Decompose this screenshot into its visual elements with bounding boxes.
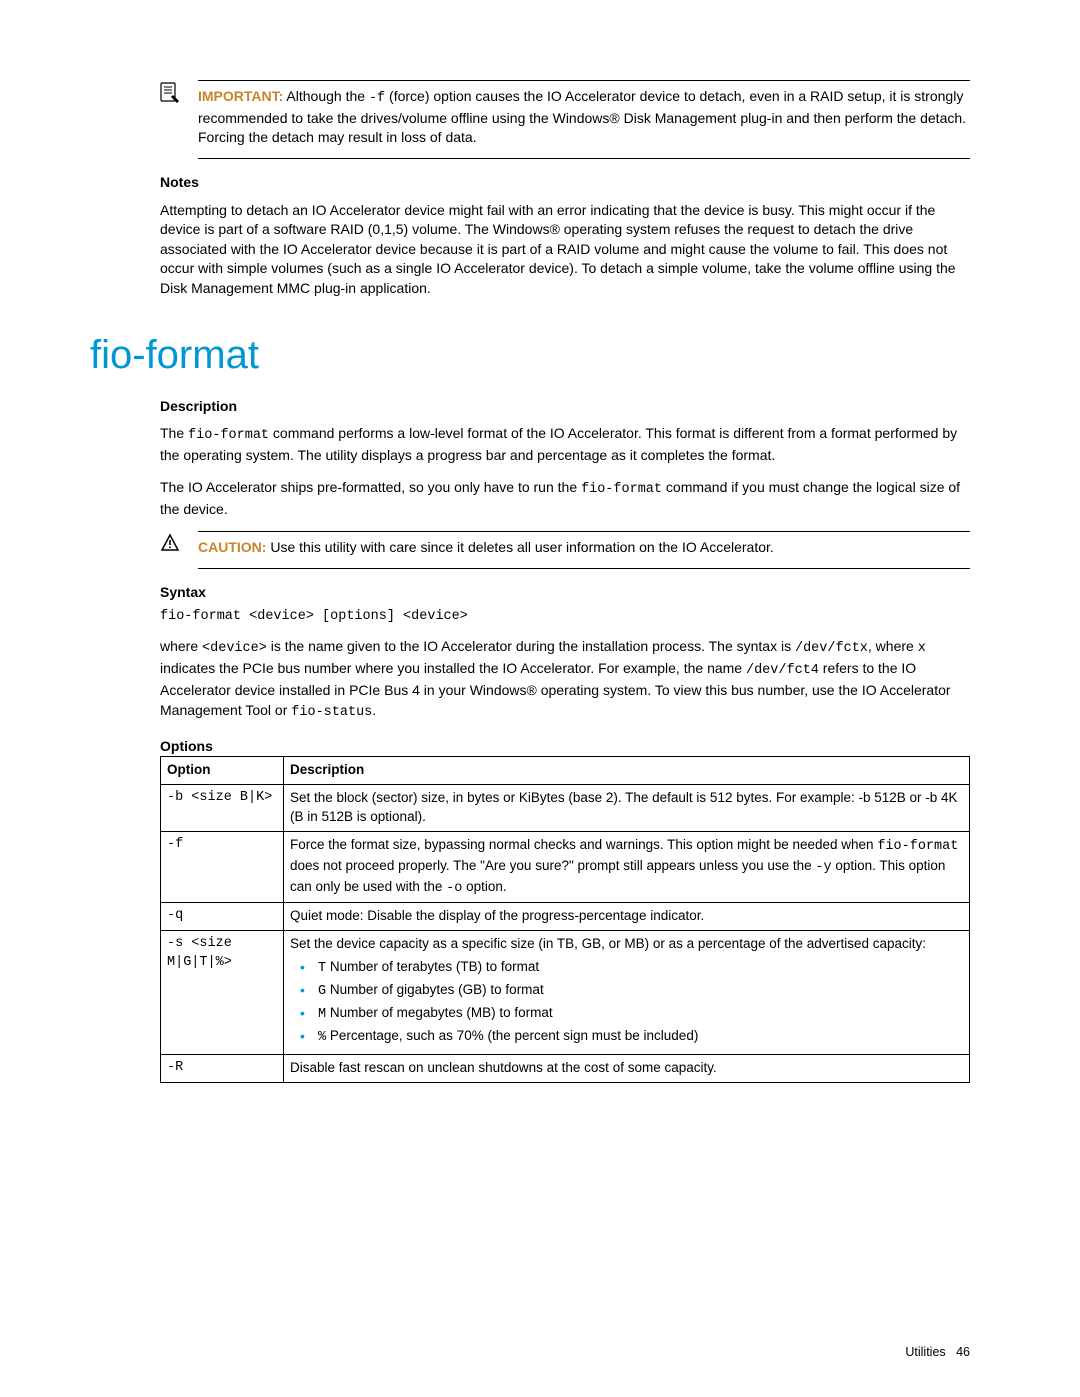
list-item: T Number of terabytes (TB) to format [290, 958, 963, 979]
opt-q: -q [161, 903, 284, 931]
page: IMPORTANT: Although the -f (force) optio… [0, 0, 1080, 1397]
opt-f-a: Force the format size, bypassing normal … [290, 837, 877, 852]
b3-text: Percentage, such as 70% (the percent sig… [326, 1028, 698, 1043]
opt-b-desc: Set the block (sector) size, in bytes or… [284, 785, 970, 832]
options-col1: Option [161, 757, 284, 785]
desc-p2-a: The IO Accelerator ships pre-formatted, … [160, 479, 581, 495]
description-heading: Description [160, 397, 970, 417]
b0-code: T [318, 961, 326, 976]
desc-p2-code: fio-format [581, 482, 662, 497]
syn-code3: x [918, 641, 926, 656]
options-header-row: Option Description [161, 757, 970, 785]
opt-R-desc: Disable fast rescan on unclean shutdowns… [284, 1054, 970, 1082]
desc-p1-code: fio-format [188, 428, 269, 443]
opt-b: -b <size B|K> [161, 785, 284, 832]
syn-code2: /dev/fctx [795, 641, 868, 656]
opt-f-code3: -o [446, 881, 462, 896]
b3-code: % [318, 1030, 326, 1045]
opt-s-bullets: T Number of terabytes (TB) to format G N… [290, 958, 963, 1048]
footer: Utilities 46 [905, 1344, 970, 1362]
list-item: G Number of gigabytes (GB) to format [290, 981, 963, 1002]
b2-text: Number of megabytes (MB) to format [326, 1005, 553, 1020]
opt-f-code1: fio-format [877, 839, 958, 854]
b0-text: Number of terabytes (TB) to format [326, 959, 539, 974]
syntax-code: fio-format <device> [options] <device> [160, 608, 970, 627]
caution-note: CAUTION: Use this utility with care sinc… [160, 531, 970, 569]
caution-icon [160, 533, 180, 559]
table-row: -q Quiet mode: Disable the display of th… [161, 903, 970, 931]
b1-code: G [318, 984, 326, 999]
desc-p1-a: The [160, 425, 188, 441]
list-item: M Number of megabytes (MB) to format [290, 1004, 963, 1025]
opt-f-b: does not proceed properly. The "Are you … [290, 858, 815, 873]
footer-section: Utilities [905, 1345, 945, 1359]
list-item: % Percentage, such as 70% (the percent s… [290, 1027, 963, 1048]
opt-s: -s <size M|G|T|%> [161, 931, 284, 1054]
syntax-desc: where <device> is the name given to the … [160, 637, 970, 722]
options-table: Option Description -b <size B|K> Set the… [160, 756, 970, 1083]
description-p1: The fio-format command performs a low-le… [160, 424, 970, 465]
table-row: -b <size B|K> Set the block (sector) siz… [161, 785, 970, 832]
syn-d: indicates the PCIe bus number where you … [160, 660, 746, 676]
opt-f: -f [161, 831, 284, 903]
caution-body: CAUTION: Use this utility with care sinc… [198, 531, 970, 569]
notes-body: Attempting to detach an IO Accelerator d… [160, 201, 970, 299]
opt-R: -R [161, 1054, 284, 1082]
important-icon [160, 82, 180, 110]
table-row: -f Force the format size, bypassing norm… [161, 831, 970, 903]
section-title: fio-format [90, 327, 970, 383]
syn-f: . [372, 702, 376, 718]
syn-c: , where [868, 638, 918, 654]
important-label: IMPORTANT: [198, 88, 283, 104]
important-code-1: -f [369, 91, 385, 106]
syntax-heading: Syntax [160, 583, 970, 603]
important-text-1: Although the [283, 88, 369, 104]
b2-code: M [318, 1007, 326, 1022]
important-note: IMPORTANT: Although the -f (force) optio… [160, 80, 970, 159]
table-row: -R Disable fast rescan on unclean shutdo… [161, 1054, 970, 1082]
syn-a: where [160, 638, 202, 654]
opt-f-desc: Force the format size, bypassing normal … [284, 831, 970, 903]
syn-code1: <device> [202, 641, 267, 656]
options-heading: Options [160, 737, 970, 757]
caution-label: CAUTION: [198, 539, 266, 555]
opt-f-code2: -y [815, 860, 831, 875]
syn-b: is the name given to the IO Accelerator … [267, 638, 795, 654]
b1-text: Number of gigabytes (GB) to format [326, 982, 544, 997]
opt-q-desc: Quiet mode: Disable the display of the p… [284, 903, 970, 931]
desc-p1-b: command performs a low-level format of t… [160, 425, 957, 463]
syn-code5: fio-status [291, 705, 372, 720]
important-body: IMPORTANT: Although the -f (force) optio… [198, 80, 970, 159]
opt-s-desc: Set the device capacity as a specific si… [284, 931, 970, 1054]
footer-page: 46 [956, 1345, 970, 1359]
table-row: -s <size M|G|T|%> Set the device capacit… [161, 931, 970, 1054]
description-p2: The IO Accelerator ships pre-formatted, … [160, 478, 970, 519]
notes-heading: Notes [160, 173, 970, 193]
options-col2: Description [284, 757, 970, 785]
caution-text: Use this utility with care since it dele… [266, 539, 773, 555]
syn-code4: /dev/fct4 [746, 663, 819, 678]
opt-s-lead: Set the device capacity as a specific si… [290, 936, 926, 951]
opt-f-d: option. [462, 879, 506, 894]
